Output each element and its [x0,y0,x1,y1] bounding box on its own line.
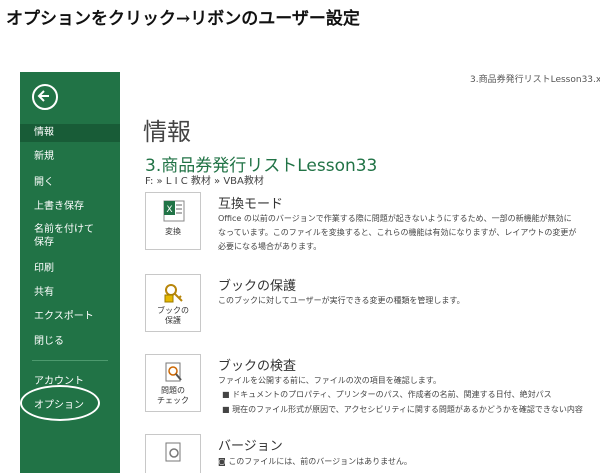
inspect-workbook-desc: ファイルを公開する前に、ファイルの次の項目を確認します。 [218,376,441,385]
nav-item-export[interactable]: エクスポート [20,310,120,323]
protect-workbook-button[interactable]: ブックの 保護 [145,274,201,332]
inspect-document-icon [165,362,182,382]
inspect-bullet-2: ■ 現在のファイル形式が原因で、アクセシビリティに関する問題があるかどうかを確認… [222,404,583,415]
back-arrow-icon [37,90,49,102]
info-icon: ◙ [218,457,229,466]
bullet-icon: ■ [222,405,233,414]
key-lock-icon [164,284,183,303]
back-button[interactable] [32,84,58,110]
nav-item-save-as-line2[interactable]: 保存 [20,236,120,249]
caption: オプションをクリック→リボンのユーザー設定 [6,9,360,29]
svg-text:X: X [166,205,172,215]
nav-item-close[interactable]: 閉じる [20,335,120,348]
convert-button[interactable]: X 変換 [145,192,201,250]
excel-convert-icon: X [163,200,185,222]
convert-label: 変換 [165,227,181,236]
nav-item-print[interactable]: 印刷 [20,262,120,275]
compat-mode-title: 互換モード [218,197,284,212]
inspect-bullet-2-text: 現在のファイル形式が原因で、アクセシビリティに関する問題があるかどうかを確認でき… [232,405,583,414]
document-search-icon [165,442,181,462]
check-issues-button[interactable]: 問題の チェック [145,354,201,412]
options-highlight-ellipse [20,385,100,421]
protect-label-2: 保護 [165,316,181,325]
versions-desc: ◙ このファイルには、前のバージョンはありません。 [218,455,578,469]
protect-workbook-title: ブックの保護 [218,279,297,294]
manage-versions-button[interactable] [145,434,201,473]
versions-desc-text: このファイルには、前のバージョンはありません。 [228,457,412,466]
nav-item-new[interactable]: 新規 [20,150,120,163]
nav-item-open[interactable]: 開く [20,176,120,189]
window-title: 3.商品券発行リストLesson33.x [470,75,600,85]
nav-item-share[interactable]: 共有 [20,286,120,299]
protect-label-1: ブックの [157,306,189,315]
versions-title: バージョン [218,439,283,454]
protect-workbook-desc: このブックに対してユーザーが実行できる変更の種類を管理します。 [218,296,465,305]
nav-item-save-as-line1[interactable]: 名前を付けて [20,223,120,236]
nav-item-info[interactable]: 情報 [20,124,120,142]
nav-item-save[interactable]: 上書き保存 [20,200,120,213]
inspect-bullet-1: ■ ドキュメントのプロパティ、プリンターのパス、作成者の名前、関連する日付、絶対… [222,389,552,400]
document-path[interactable]: F: » L I C 教材 » VBA教材 [145,172,264,187]
page-title: 情報 [143,118,191,146]
check-label-2: チェック [157,396,189,405]
bullet-icon: ■ [222,390,233,399]
compat-mode-desc: Office の以前のバージョンで作業する際に問題が起きないようにするため、一部… [218,214,577,251]
inspect-bullet-1-text: ドキュメントのプロパティ、プリンターのパス、作成者の名前、関連する日付、絶対パス [232,390,552,399]
inspect-workbook-title: ブックの検査 [218,359,297,374]
check-label-1: 問題の [161,386,185,395]
sidebar-divider [32,360,108,361]
